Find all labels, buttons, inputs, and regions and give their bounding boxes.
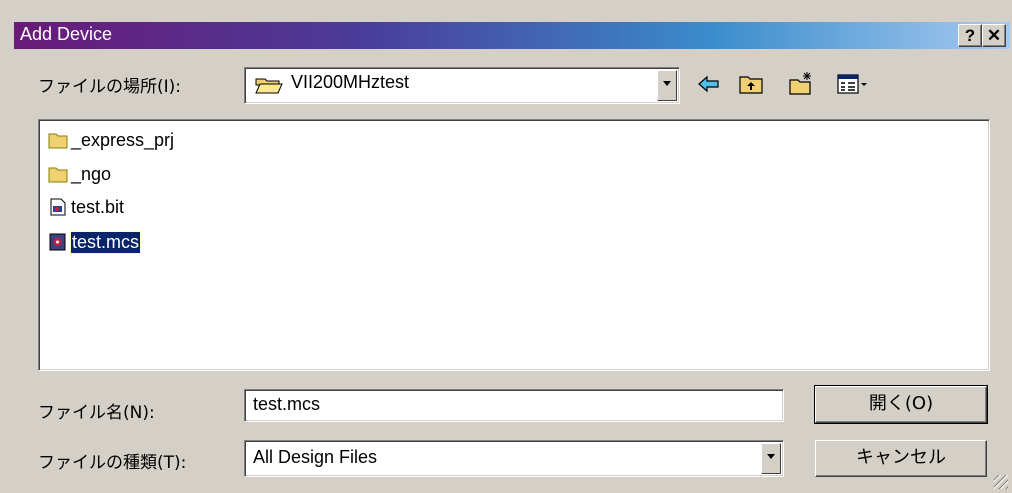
list-item[interactable]: test.bit — [48, 196, 124, 218]
look-in-dropdown[interactable]: VII200MHztest — [244, 67, 680, 104]
help-button[interactable]: ? — [958, 24, 982, 47]
chevron-down-icon[interactable] — [657, 70, 677, 101]
list-item[interactable]: _ngo — [48, 163, 111, 185]
folder-icon — [48, 133, 68, 149]
filename-value: test.mcs — [253, 394, 321, 414]
list-item[interactable]: test.mcs — [48, 230, 142, 254]
file-name: test.bit — [71, 196, 125, 217]
mcs-file-icon — [49, 233, 66, 251]
filetype-label: ファイルの種類(T): — [38, 453, 187, 473]
window-title: Add Device — [20, 24, 113, 44]
file-name: _ngo — [71, 163, 112, 184]
back-arrow-icon[interactable] — [696, 71, 722, 97]
view-menu-icon[interactable] — [836, 71, 870, 97]
open-button[interactable]: 開く(O) — [814, 385, 988, 424]
folder-icon — [48, 167, 68, 183]
title-bar[interactable]: Add Device ? ✕ — [14, 22, 1010, 49]
file-list[interactable] — [38, 119, 990, 371]
new-folder-icon[interactable] — [788, 71, 814, 97]
filetype-value: All Design Files — [253, 447, 378, 467]
file-name: _express_prj — [71, 129, 175, 150]
close-button[interactable]: ✕ — [982, 24, 1006, 47]
list-item[interactable]: _express_prj — [48, 129, 174, 151]
bit-file-icon — [50, 198, 66, 216]
cancel-button[interactable]: キャンセル — [815, 440, 987, 477]
filename-label: ファイル名(N): — [38, 403, 155, 423]
file-name: test.mcs — [69, 230, 142, 254]
look-in-value: VII200MHztest — [291, 72, 410, 92]
filetype-dropdown[interactable]: All Design Files — [244, 440, 784, 477]
resize-grip[interactable] — [994, 475, 1008, 489]
open-folder-icon — [255, 78, 283, 94]
chevron-down-icon[interactable] — [761, 443, 781, 474]
up-folder-icon[interactable] — [738, 71, 764, 97]
filename-input[interactable]: test.mcs — [244, 389, 784, 422]
look-in-label: ファイルの場所(I): — [38, 77, 182, 97]
